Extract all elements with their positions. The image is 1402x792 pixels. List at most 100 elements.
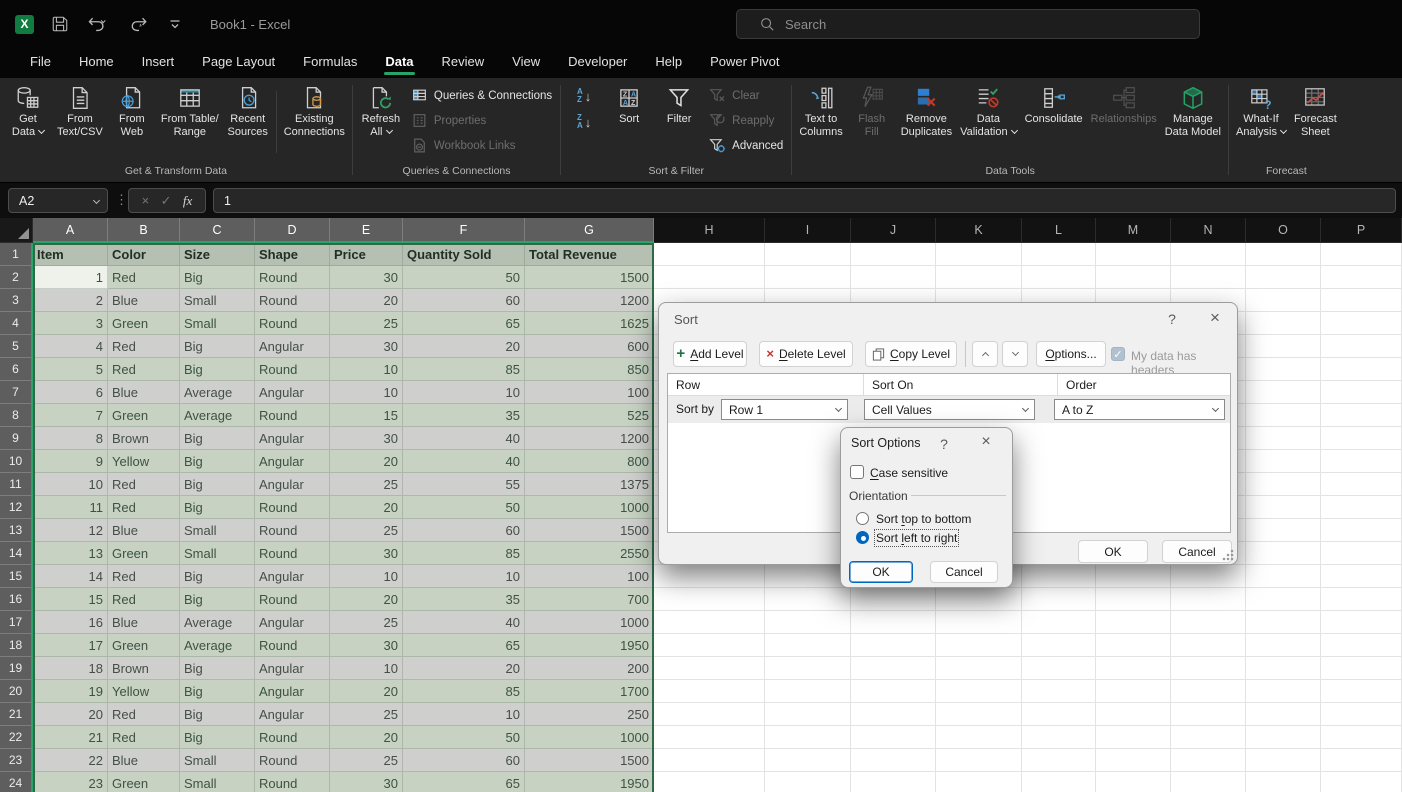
cell-A7[interactable]: 6 <box>33 381 108 404</box>
ribbon-button-text-to-columns[interactable]: Text to Columns <box>795 81 846 141</box>
column-header-E[interactable]: E <box>330 218 403 243</box>
cell-L1[interactable] <box>1022 243 1096 266</box>
cell-A14[interactable]: 13 <box>33 542 108 565</box>
cell-M18[interactable] <box>1096 634 1171 657</box>
cell-M22[interactable] <box>1096 726 1171 749</box>
cell-C20[interactable]: Big <box>180 680 255 703</box>
cell-O23[interactable] <box>1246 749 1321 772</box>
cell-F11[interactable]: 55 <box>403 473 525 496</box>
ribbon-button-consolidate[interactable]: Consolidate <box>1021 81 1087 128</box>
close-icon[interactable]: × <box>976 432 996 452</box>
ribbon-button-flash-fill[interactable]: Flash Fill <box>847 81 897 141</box>
cell-D12[interactable]: Round <box>255 496 330 519</box>
row-header-22[interactable]: 22 <box>0 726 33 749</box>
cell-M1[interactable] <box>1096 243 1171 266</box>
cell-P15[interactable] <box>1321 565 1402 588</box>
tab-page-layout[interactable]: Page Layout <box>188 49 289 78</box>
cell-P9[interactable] <box>1321 427 1402 450</box>
cell-F8[interactable]: 35 <box>403 404 525 427</box>
sort-ok-button[interactable]: OK <box>1078 540 1148 563</box>
cell-J21[interactable] <box>851 703 936 726</box>
ribbon-button-data-validation[interactable]: Data Validation <box>956 81 1021 141</box>
redo-button[interactable] <box>127 15 151 33</box>
cell-D4[interactable]: Round <box>255 312 330 335</box>
case-sensitive-checkbox[interactable] <box>850 465 864 479</box>
cell-A13[interactable]: 12 <box>33 519 108 542</box>
cell-E18[interactable]: 30 <box>330 634 403 657</box>
cell-D22[interactable]: Round <box>255 726 330 749</box>
options-button[interactable]: Options... <box>1036 341 1106 367</box>
tab-formulas[interactable]: Formulas <box>289 49 371 78</box>
cell-B10[interactable]: Yellow <box>108 450 180 473</box>
cell-D3[interactable]: Round <box>255 289 330 312</box>
cell-G23[interactable]: 1500 <box>525 749 654 772</box>
cell-D24[interactable]: Round <box>255 772 330 792</box>
cell-G24[interactable]: 1950 <box>525 772 654 792</box>
ribbon-button-from-web[interactable]: From Web <box>107 81 157 141</box>
cell-C2[interactable]: Big <box>180 266 255 289</box>
cell-P16[interactable] <box>1321 588 1402 611</box>
cell-A24[interactable]: 23 <box>33 772 108 792</box>
column-header-B[interactable]: B <box>108 218 180 243</box>
my-data-has-headers-checkbox[interactable]: ✓ <box>1111 347 1125 361</box>
cell-O20[interactable] <box>1246 680 1321 703</box>
cell-B13[interactable]: Blue <box>108 519 180 542</box>
row-header-20[interactable]: 20 <box>0 680 33 703</box>
ribbon-button-sort-a-to-z[interactable]: AZ↓ <box>564 83 604 109</box>
cell-D17[interactable]: Angular <box>255 611 330 634</box>
column-header-I[interactable]: I <box>765 218 851 243</box>
ribbon-button-refresh-all[interactable]: Refresh All <box>356 81 406 141</box>
select-all-corner[interactable] <box>0 218 33 243</box>
ribbon-button-manage-data-model[interactable]: Manage Data Model <box>1161 81 1225 141</box>
cell-I22[interactable] <box>765 726 851 749</box>
column-header-G[interactable]: G <box>525 218 654 243</box>
help-icon[interactable]: ? <box>934 434 954 454</box>
cell-N2[interactable] <box>1171 266 1246 289</box>
cell-H19[interactable] <box>654 657 765 680</box>
move-level-up-button[interactable] <box>972 341 998 367</box>
cell-I21[interactable] <box>765 703 851 726</box>
cell-O11[interactable] <box>1246 473 1321 496</box>
cell-L2[interactable] <box>1022 266 1096 289</box>
cell-G6[interactable]: 850 <box>525 358 654 381</box>
cell-E2[interactable]: 30 <box>330 266 403 289</box>
cell-G22[interactable]: 1000 <box>525 726 654 749</box>
ribbon-button-workbook-links[interactable]: Workbook Links <box>406 133 557 158</box>
cell-F24[interactable]: 65 <box>403 772 525 792</box>
cell-G14[interactable]: 2550 <box>525 542 654 565</box>
tab-file[interactable]: File <box>16 49 65 78</box>
cell-B15[interactable]: Red <box>108 565 180 588</box>
cell-D21[interactable]: Angular <box>255 703 330 726</box>
cell-D8[interactable]: Round <box>255 404 330 427</box>
cell-B22[interactable]: Red <box>108 726 180 749</box>
row-header-23[interactable]: 23 <box>0 749 33 772</box>
cell-A17[interactable]: 16 <box>33 611 108 634</box>
cell-E17[interactable]: 25 <box>330 611 403 634</box>
cell-J18[interactable] <box>851 634 936 657</box>
cell-K18[interactable] <box>936 634 1022 657</box>
cell-H16[interactable] <box>654 588 765 611</box>
row-header-21[interactable]: 21 <box>0 703 33 726</box>
ribbon-button-recent-sources[interactable]: Recent Sources <box>223 81 273 141</box>
tab-developer[interactable]: Developer <box>554 49 641 78</box>
cell-K24[interactable] <box>936 772 1022 792</box>
cell-C10[interactable]: Big <box>180 450 255 473</box>
cell-C5[interactable]: Big <box>180 335 255 358</box>
cell-A12[interactable]: 11 <box>33 496 108 519</box>
ribbon-button-existing-connections[interactable]: Existing Connections <box>280 81 349 141</box>
cell-D11[interactable]: Angular <box>255 473 330 496</box>
cell-A5[interactable]: 4 <box>33 335 108 358</box>
ribbon-button-clear[interactable]: Clear <box>704 83 788 108</box>
cell-N19[interactable] <box>1171 657 1246 680</box>
sort-left-to-right-radio[interactable] <box>856 531 869 544</box>
row-header-2[interactable]: 2 <box>0 266 33 289</box>
cell-O19[interactable] <box>1246 657 1321 680</box>
cell-C13[interactable]: Small <box>180 519 255 542</box>
cell-A11[interactable]: 10 <box>33 473 108 496</box>
name-box[interactable]: A2 <box>8 188 108 213</box>
column-header-K[interactable]: K <box>936 218 1022 243</box>
cell-P17[interactable] <box>1321 611 1402 634</box>
cell-D10[interactable]: Angular <box>255 450 330 473</box>
cell-B19[interactable]: Brown <box>108 657 180 680</box>
ribbon-button-properties[interactable]: Properties <box>406 108 557 133</box>
